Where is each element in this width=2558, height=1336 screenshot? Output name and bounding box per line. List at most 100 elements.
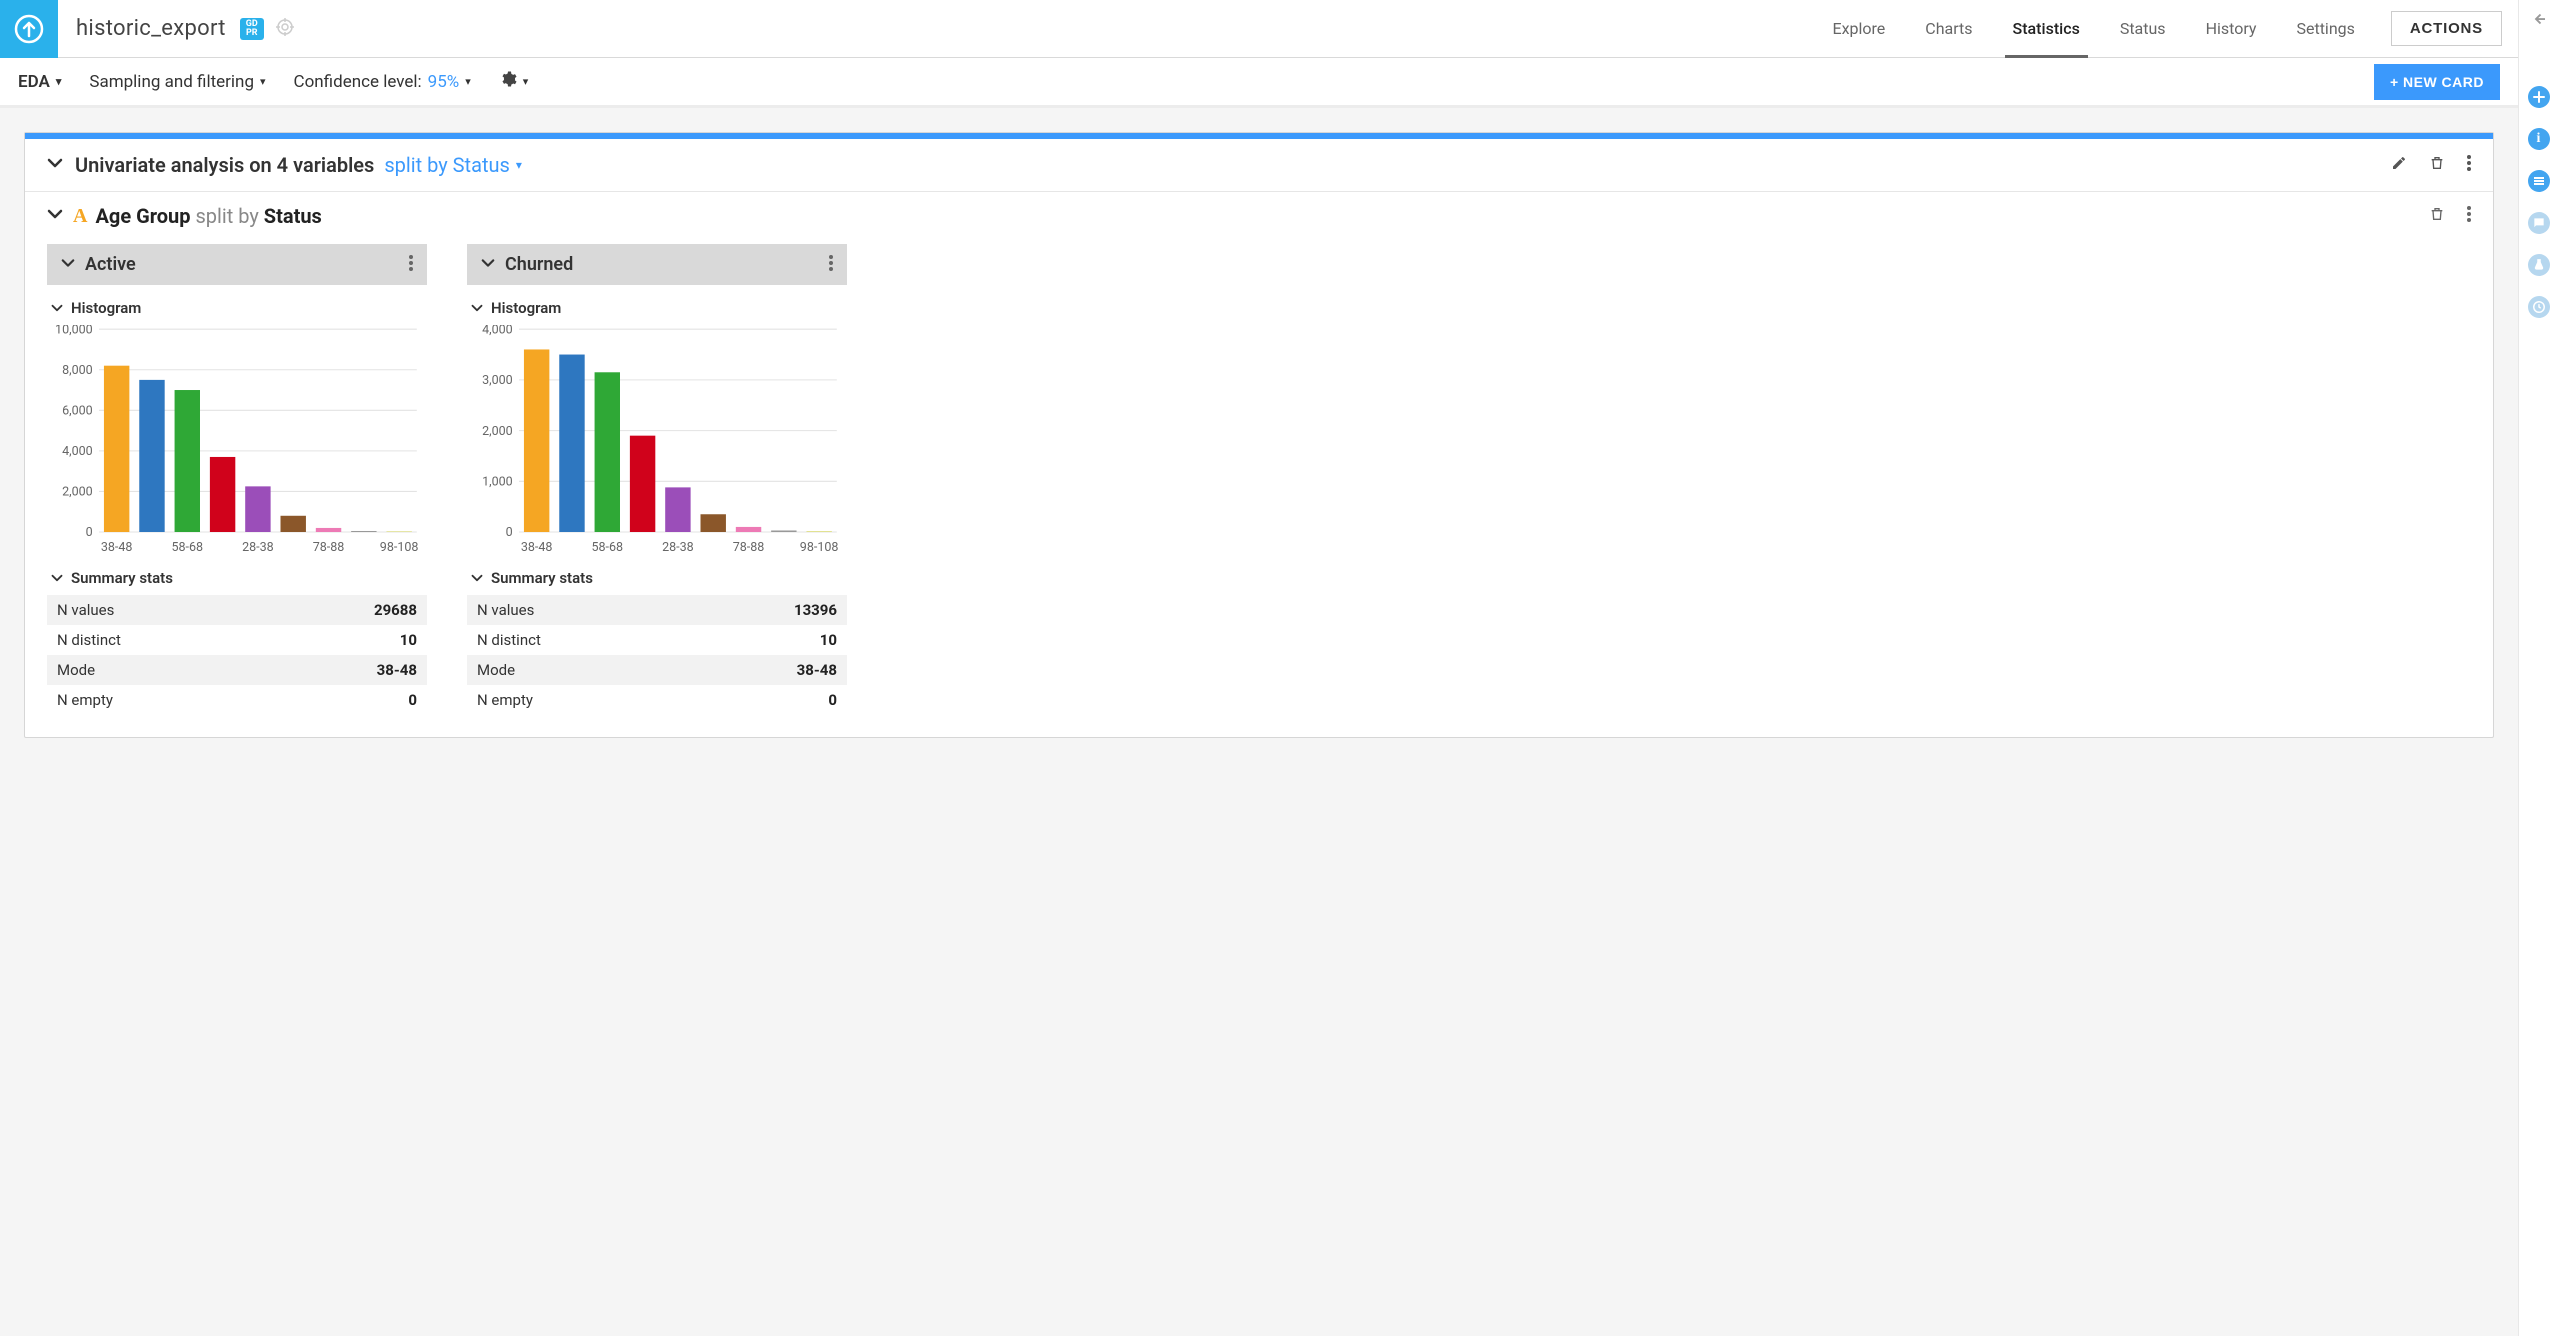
rail-add-icon[interactable] [2528, 86, 2550, 108]
stats-toolbar: EDA▾ Sampling and filtering▾ Confidence … [0, 58, 2518, 108]
rail-chat-icon[interactable] [2528, 212, 2550, 234]
svg-text:1,000: 1,000 [482, 474, 513, 489]
stat-value: 10 [400, 631, 417, 649]
section-column-name: Age Group [95, 204, 190, 228]
card-split-dropdown[interactable]: split by Status▾ [384, 153, 522, 177]
stat-label: N distinct [57, 631, 121, 649]
summary-header[interactable]: Summary stats [47, 555, 427, 595]
section-title: Age Group split by Status [95, 204, 321, 228]
svg-text:58-68: 58-68 [591, 540, 623, 555]
rail-clock-icon[interactable] [2528, 296, 2550, 318]
tab-label: Settings [2296, 19, 2354, 38]
stat-value: 10 [820, 631, 837, 649]
tab-history[interactable]: History [2186, 0, 2277, 57]
confidence-value: 95% [428, 72, 460, 92]
panel-title: Churned [505, 254, 573, 275]
stat-row: N empty0 [467, 685, 847, 715]
delete-icon[interactable] [2429, 206, 2445, 226]
svg-text:78-88: 78-88 [313, 540, 345, 555]
histogram-label: Histogram [71, 299, 141, 317]
rail-info-icon[interactable]: i [2528, 128, 2550, 150]
panel-title: Active [85, 254, 136, 275]
stat-value: 29688 [374, 601, 417, 619]
section-split-text: split by [195, 204, 258, 228]
histogram-header[interactable]: Histogram [47, 285, 427, 325]
sampling-label: Sampling and filtering [89, 72, 254, 92]
stat-value: 38-48 [377, 661, 417, 679]
more-icon[interactable] [409, 255, 413, 275]
section-actions [2429, 206, 2471, 226]
svg-text:38-48: 38-48 [521, 540, 553, 555]
collapse-panel-icon[interactable] [481, 256, 495, 274]
more-icon[interactable] [829, 255, 833, 275]
edit-icon[interactable] [2391, 155, 2407, 175]
svg-text:6,000: 6,000 [62, 403, 93, 418]
content-area: Univariate analysis on 4 variables split… [0, 108, 2518, 1336]
tab-charts[interactable]: Charts [1905, 0, 1992, 57]
svg-text:58-68: 58-68 [171, 540, 203, 555]
svg-text:0: 0 [86, 525, 93, 540]
panel-header: Active [47, 244, 427, 285]
summary-label: Summary stats [71, 569, 173, 587]
tab-statistics[interactable]: Statistics [1993, 0, 2100, 57]
text-type-icon: A [73, 205, 87, 228]
stat-value: 13396 [794, 601, 837, 619]
collapse-rail-icon[interactable] [2530, 10, 2548, 32]
more-icon[interactable] [2467, 206, 2471, 226]
rail-lab-icon[interactable] [2528, 254, 2550, 276]
svg-text:2,000: 2,000 [62, 485, 93, 500]
stats-table: N values 13396 N distinct10Mode38-48N empt… [467, 595, 847, 715]
tab-settings[interactable]: Settings [2276, 0, 2374, 57]
nav-tabs: Explore Charts Statistics Status History… [1813, 0, 2375, 57]
gear-dropdown[interactable]: ▾ [499, 70, 529, 93]
new-card-button[interactable]: + NEW CARD [2374, 64, 2500, 100]
summary-label: Summary stats [491, 569, 593, 587]
sampling-dropdown[interactable]: Sampling and filtering▾ [89, 72, 265, 92]
card-actions [2391, 155, 2471, 175]
stat-row: N distinct 10 [47, 625, 427, 655]
svg-text:0: 0 [506, 525, 513, 540]
tab-status[interactable]: Status [2100, 0, 2186, 57]
delete-icon[interactable] [2429, 155, 2445, 175]
more-icon[interactable] [2467, 155, 2471, 175]
eda-dropdown[interactable]: EDA▾ [18, 72, 61, 92]
tab-label: Charts [1925, 19, 1972, 38]
stats-table: N values29688N distinct10Mode38-48N empt… [47, 595, 427, 715]
svg-text:98-108: 98-108 [380, 540, 419, 555]
split-label: split by Status [384, 153, 510, 177]
section-header: A Age Group split by Status [25, 192, 2493, 234]
tab-explore[interactable]: Explore [1813, 0, 1906, 57]
summary-header[interactable]: Summary stats [467, 555, 847, 595]
tab-label: Status [2120, 19, 2166, 38]
panel-active: Active Histogram10,0008,0006,0004,0002,0… [47, 244, 427, 715]
right-rail: i [2518, 0, 2558, 1336]
eda-label: EDA [18, 72, 50, 92]
app-logo[interactable] [0, 0, 58, 58]
stat-row: N distinct10 [467, 625, 847, 655]
stat-label: Mode [477, 661, 515, 679]
confidence-dropdown[interactable]: Confidence level: 95% ▾ [294, 72, 471, 92]
collapse-panel-icon[interactable] [61, 256, 75, 274]
stat-value: 0 [408, 691, 417, 709]
gear-icon [499, 70, 517, 93]
svg-text:98-108: 98-108 [800, 540, 839, 555]
gdpr-badge[interactable]: GDPR [240, 18, 264, 40]
collapse-card-icon[interactable] [47, 155, 63, 175]
svg-text:10,000: 10,000 [55, 325, 93, 337]
panel-header: Churned [467, 244, 847, 285]
actions-button[interactable]: ACTIONS [2391, 11, 2502, 46]
stat-row: Mode38-48 [467, 655, 847, 685]
target-icon[interactable] [276, 18, 294, 40]
svg-text:78-88: 78-88 [733, 540, 765, 555]
rail-list-icon[interactable] [2528, 170, 2550, 192]
stat-value: 0 [828, 691, 837, 709]
svg-text:28-38: 28-38 [242, 540, 274, 555]
panel-churned: Churned Histogram4,0003,0002,0001,000038… [467, 244, 847, 715]
stat-label: N values [477, 601, 534, 619]
histogram-header[interactable]: Histogram [467, 285, 847, 325]
svg-text:8,000: 8,000 [62, 363, 93, 378]
card-title: Univariate analysis on 4 variables [75, 153, 374, 177]
dataset-name[interactable]: historic_export [58, 16, 240, 41]
collapse-section-icon[interactable] [47, 206, 63, 226]
stat-row: N values29688 [47, 595, 427, 625]
